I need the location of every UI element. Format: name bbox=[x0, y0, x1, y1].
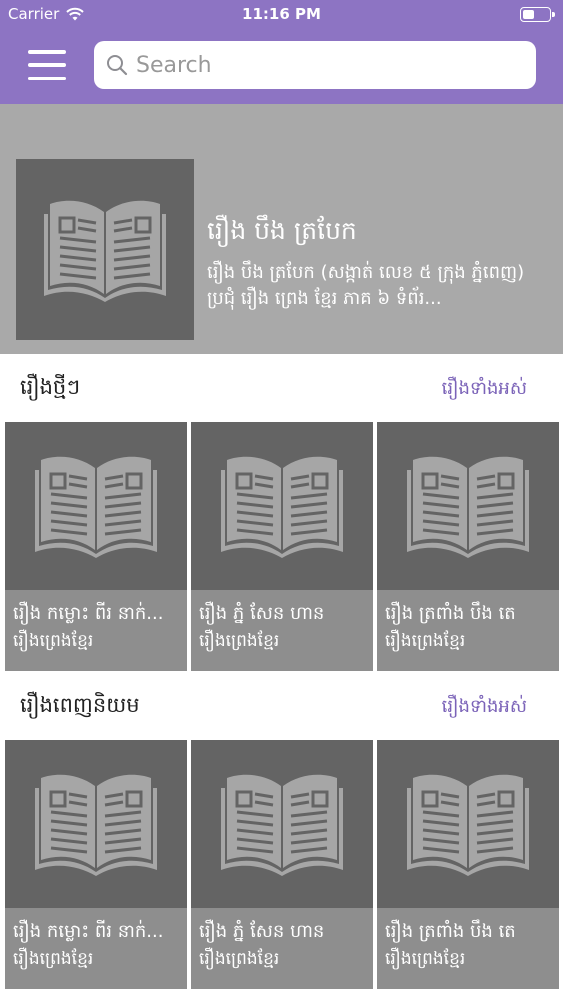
story-cover bbox=[377, 740, 559, 908]
open-book-icon bbox=[35, 456, 157, 558]
story-title: រឿង កម្លោះ ពីរ នាក់... bbox=[13, 921, 164, 942]
story-card[interactable]: រឿង ត្រពាំង បឹង តេ រឿងព្រេងខ្មែរ bbox=[377, 422, 559, 671]
story-category: រឿងព្រេងខ្មែរ bbox=[199, 949, 280, 969]
hamburger-menu-icon[interactable] bbox=[28, 50, 66, 80]
story-title: រឿង កម្លោះ ពីរ នាក់... bbox=[13, 603, 164, 624]
story-card[interactable]: រឿង ភ្នំ សែន ហាន រឿងព្រេងខ្មែរ bbox=[191, 740, 373, 989]
story-cover bbox=[5, 422, 187, 590]
story-cover bbox=[377, 422, 559, 590]
see-all-link[interactable]: រឿងទាំងអស់ bbox=[442, 376, 527, 403]
section-header-new: រឿងថ្មីៗ រឿងទាំងអស់ bbox=[0, 362, 563, 412]
status-time: 11:16 PM bbox=[242, 5, 321, 23]
app-header: Carrier 11:16 PM bbox=[0, 0, 563, 104]
story-cover bbox=[191, 740, 373, 908]
section-header-popular: រឿងពេញនិយម រឿងទាំងអស់ bbox=[0, 680, 563, 730]
story-title: រឿង ត្រពាំង បឹង តេ bbox=[385, 603, 516, 624]
story-cover bbox=[5, 740, 187, 908]
search-icon bbox=[107, 55, 128, 76]
featured-description: រឿង បឹង ត្របែក (សង្កាត់ លេខ ៥ ក្រុង ភ្នំ… bbox=[207, 262, 525, 309]
status-bar: Carrier 11:16 PM bbox=[0, 0, 563, 30]
open-book-icon bbox=[221, 774, 343, 876]
search-bar[interactable] bbox=[94, 41, 536, 89]
open-book-icon bbox=[35, 774, 157, 876]
battery-icon bbox=[520, 7, 555, 22]
story-card[interactable]: រឿង ត្រពាំង បឹង តេ រឿងព្រេងខ្មែរ bbox=[377, 740, 559, 989]
story-title: រឿង ភ្នំ សែន ហាន bbox=[199, 603, 325, 624]
story-title: រឿង ភ្នំ សែន ហាន bbox=[199, 921, 325, 942]
see-all-link[interactable]: រឿងទាំងអស់ bbox=[442, 694, 527, 721]
search-input[interactable] bbox=[136, 52, 516, 78]
featured-cover bbox=[16, 159, 194, 340]
section-title: រឿងថ្មីៗ bbox=[20, 375, 81, 399]
story-category: រឿងព្រេងខ្មែរ bbox=[385, 949, 466, 969]
open-book-icon bbox=[407, 774, 529, 876]
open-book-icon bbox=[407, 456, 529, 558]
featured-title: រឿង បឹង ត្របែក bbox=[207, 216, 357, 245]
story-category: រឿងព្រេងខ្មែរ bbox=[199, 631, 280, 651]
section-title: រឿងពេញនិយម bbox=[20, 693, 140, 717]
open-book-icon bbox=[44, 200, 166, 302]
featured-story[interactable]: រឿង បឹង ត្របែក រឿង បឹង ត្របែក (សង្កាត់ ល… bbox=[0, 104, 563, 354]
story-category: រឿងព្រេងខ្មែរ bbox=[13, 949, 94, 969]
open-book-icon bbox=[221, 456, 343, 558]
story-cover bbox=[191, 422, 373, 590]
story-card[interactable]: រឿង កម្លោះ ពីរ នាក់... រឿងព្រេងខ្មែរ bbox=[5, 422, 187, 671]
story-category: រឿងព្រេងខ្មែរ bbox=[13, 631, 94, 651]
story-card[interactable]: រឿង កម្លោះ ពីរ នាក់... រឿងព្រេងខ្មែរ bbox=[5, 740, 187, 989]
story-card[interactable]: រឿង ភ្នំ សែន ហាន រឿងព្រេងខ្មែរ bbox=[191, 422, 373, 671]
story-title: រឿង ត្រពាំង បឹង តេ bbox=[385, 921, 516, 942]
story-category: រឿងព្រេងខ្មែរ bbox=[385, 631, 466, 651]
